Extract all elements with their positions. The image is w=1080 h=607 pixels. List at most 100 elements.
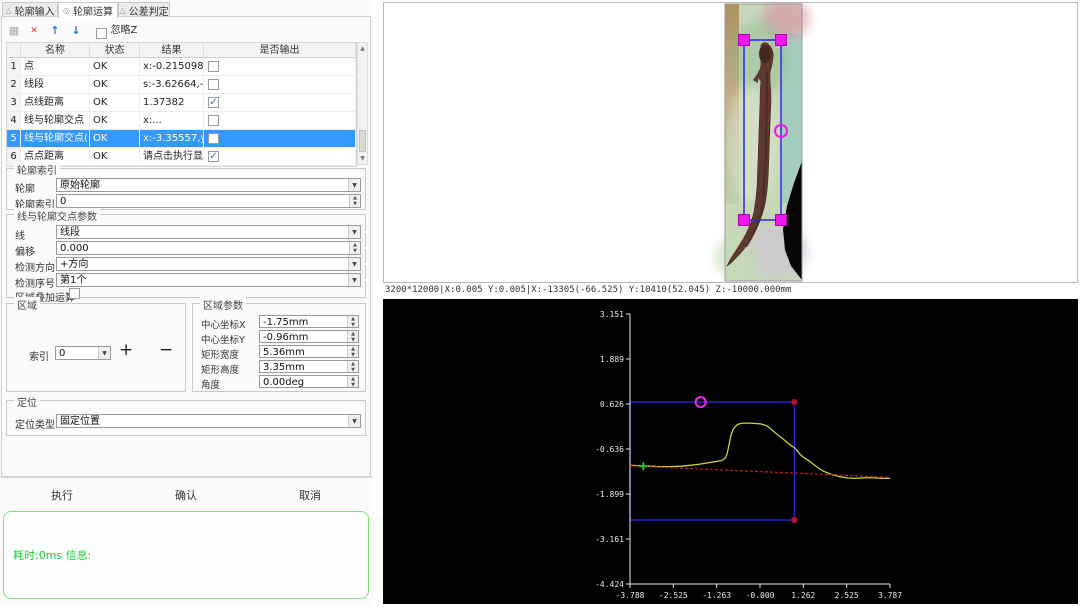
x-tick-label: -3.788 <box>616 591 645 600</box>
table-scrollbar[interactable]: ▲ ▼ <box>357 42 368 165</box>
table-row[interactable]: 1点OKx:-0.215098,y:... <box>7 58 356 76</box>
scrollbar-thumb[interactable] <box>359 130 366 152</box>
measure-region-box[interactable] <box>630 402 794 520</box>
region-param-label: 中心坐标Y <box>201 332 245 346</box>
divider <box>0 477 373 478</box>
move-up-icon[interactable]: ↑ <box>49 24 61 39</box>
parameter-panel: △ 轮廓输入 ◎ 轮廓运算 △ 公差判定 ▦ ✕ ↑ ↓ 忽略Z 名称状态结果是… <box>0 0 373 607</box>
status-cell: OK <box>90 130 140 147</box>
table-row[interactable]: 2线段OKs:-3.62664,-1... <box>7 76 356 94</box>
profile-index-spinner[interactable]: 0 ▲▼ <box>56 194 361 208</box>
offset-spinner[interactable]: 0.000 ▲▼ <box>56 241 361 255</box>
chevron-down-icon: ▼ <box>348 179 360 191</box>
results-table[interactable]: 名称状态结果是否输出1点OKx:-0.215098,y:...2线段OKs:-3… <box>6 42 357 167</box>
region-index-select[interactable]: 0 ▼ <box>55 346 111 360</box>
cancel-button[interactable]: 取消 <box>280 487 340 503</box>
y-tick-label: -0.636 <box>595 445 624 454</box>
region-index-label: 索引 <box>29 348 49 363</box>
region-overlay-checkbox[interactable] <box>69 288 80 299</box>
group-title: 区域参数 <box>200 297 246 312</box>
roi-corner-handle[interactable] <box>739 215 750 226</box>
ignore-z-checkbox[interactable] <box>96 28 107 39</box>
output-checkbox[interactable] <box>208 115 219 126</box>
positioning-group: 定位 定位类型 固定位置 ▼ <box>6 400 366 436</box>
region-param-spinner[interactable]: 0.00deg▲▼ <box>259 375 359 388</box>
y-tick-label: 0.626 <box>600 400 624 409</box>
chevron-down-icon: ▼ <box>348 258 360 270</box>
roi-corner-handle[interactable] <box>776 35 787 46</box>
column-header[interactable]: 状态 <box>90 43 140 58</box>
name-cell: 线与轮廓交点 <box>21 112 90 129</box>
chevron-down-icon: ▼ <box>348 415 360 427</box>
result-cell: x:-3.35557,y:-... <box>140 130 204 147</box>
y-tick-label: -4.424 <box>595 580 624 589</box>
direction-select[interactable]: +方向 ▼ <box>56 257 361 271</box>
output-checkbox[interactable] <box>208 79 219 90</box>
status-cell: OK <box>90 112 140 129</box>
table-row[interactable]: 4线与轮廓交点OKx:... <box>7 112 356 130</box>
region-param-spinner[interactable]: 5.36mm▲▼ <box>259 345 359 358</box>
group-title: 线与轮廓交点参数 <box>14 208 100 223</box>
column-header[interactable]: 是否输出 <box>204 43 356 58</box>
region-param-spinner[interactable]: -0.96mm▲▼ <box>259 330 359 343</box>
tab-profile-input[interactable]: △ 轮廓输入 <box>2 2 58 17</box>
scroll-down-icon[interactable]: ▼ <box>358 153 367 164</box>
output-checkbox[interactable] <box>208 133 219 144</box>
profile-plot-panel[interactable]: 3.1511.8890.626-0.636-1.899-3.161-4.424-… <box>383 299 1078 604</box>
triangle-icon: △ <box>5 6 11 15</box>
x-tick-label: 1.262 <box>791 591 815 600</box>
confirm-button[interactable]: 确认 <box>156 487 216 503</box>
intersection-point <box>639 462 647 470</box>
region-param-spinner[interactable]: 3.35mm▲▼ <box>259 360 359 373</box>
table-row[interactable]: 3点线距离OK1.37382✓ <box>7 94 356 112</box>
region-param-label: 矩形高度 <box>201 362 239 376</box>
output-checkbox[interactable] <box>208 61 219 72</box>
table-row[interactable]: 5线与轮廓交点(1)OKx:-3.35557,y:-... <box>7 130 356 148</box>
output-checkbox[interactable]: ✓ <box>208 151 219 162</box>
spinner-arrows-icon: ▲▼ <box>349 242 360 254</box>
spinner-arrows-icon: ▲▼ <box>347 376 358 387</box>
corner-handle-top[interactable] <box>791 399 797 405</box>
column-header[interactable]: 名称 <box>21 43 90 58</box>
result-cell: s:-3.62664,-1... <box>140 76 204 93</box>
status-cell: OK <box>90 76 140 93</box>
order-select[interactable]: 第1个 ▼ <box>56 273 361 287</box>
spinner-arrows-icon: ▲▼ <box>349 195 360 207</box>
corner-handle-bottom[interactable] <box>791 517 797 523</box>
status-cell: OK <box>90 148 140 165</box>
tab-tolerance[interactable]: △ 公差判定 <box>118 2 170 17</box>
triangle-icon: △ <box>119 6 125 15</box>
image-view-panel[interactable] <box>383 2 1078 283</box>
profile-select[interactable]: 原始轮廓 ▼ <box>56 178 361 192</box>
chevron-down-icon: ▼ <box>348 226 360 238</box>
output-checkbox[interactable]: ✓ <box>208 97 219 108</box>
roi-corner-handle[interactable] <box>776 215 787 226</box>
x-tick-label: 3.787 <box>878 591 902 600</box>
direction-label: 检测方向 <box>15 259 55 274</box>
specimen-image <box>714 3 810 281</box>
add-region-button[interactable]: + <box>119 340 133 360</box>
result-cell: x:-0.215098,y:... <box>140 58 204 75</box>
move-down-icon[interactable]: ↓ <box>70 24 82 39</box>
x-tick-label: -1.263 <box>702 591 731 600</box>
line-select[interactable]: 线段 ▼ <box>56 225 361 239</box>
row-number: 5 <box>7 130 21 147</box>
region-param-label: 矩形宽度 <box>201 347 239 361</box>
execute-button[interactable]: 执行 <box>32 487 92 503</box>
scroll-up-icon[interactable]: ▲ <box>358 43 367 54</box>
roi-corner-handle[interactable] <box>739 35 750 46</box>
positioning-type-select[interactable]: 固定位置 ▼ <box>56 414 361 428</box>
order-label: 检测序号 <box>15 275 55 290</box>
delete-item-icon[interactable]: ✕ <box>28 24 40 39</box>
group-title: 轮廓索引 <box>14 162 60 177</box>
tab-profile-calc[interactable]: ◎ 轮廓运算 <box>58 2 118 18</box>
row-number: 2 <box>7 76 21 93</box>
spinner-arrows-icon: ▲▼ <box>347 361 358 372</box>
name-cell: 点线距离 <box>21 94 90 111</box>
column-header[interactable]: 结果 <box>140 43 204 58</box>
remove-region-button[interactable]: − <box>159 340 173 360</box>
status-bar: 3200*12000|X:0.005 Y:0.005|X:-13305(-66.… <box>385 285 1075 297</box>
new-item-icon[interactable]: ▦ <box>7 24 21 39</box>
region-param-spinner[interactable]: -1.75mm▲▼ <box>259 315 359 328</box>
y-tick-label: -1.899 <box>595 490 624 499</box>
